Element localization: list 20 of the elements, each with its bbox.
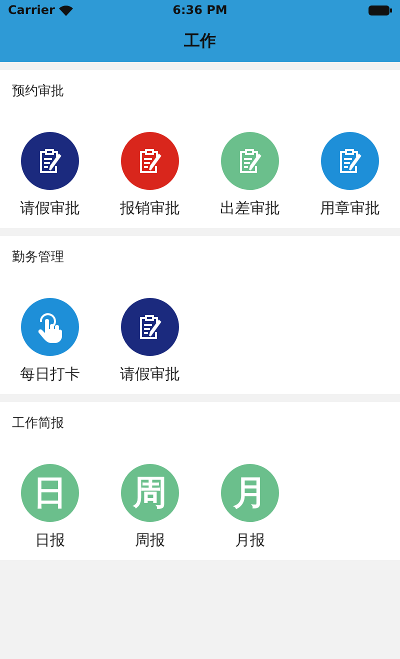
wifi-icon (58, 4, 73, 16)
app-label[interactable]: 用章审批 (320, 199, 380, 218)
app-label[interactable]: 日报 (35, 531, 65, 550)
day-glyph: 周 (133, 476, 167, 510)
app-label[interactable]: 请假审批 (120, 365, 180, 384)
section-title: 工作简报 (11, 415, 65, 432)
nav-title: 工作 (183, 30, 217, 52)
app-label[interactable]: 出差审批 (220, 199, 280, 218)
day-glyph: 月 (233, 476, 267, 510)
section-title: 预约审批 (11, 83, 65, 100)
app-label[interactable]: 月报 (235, 531, 265, 550)
status-time: 6:36 PM (172, 3, 228, 17)
section-title: 勤务管理 (11, 249, 65, 266)
battery-icon (368, 4, 392, 16)
app-label[interactable]: 报销审批 (120, 199, 180, 218)
app-label[interactable]: 请假审批 (20, 199, 80, 218)
carrier-name: Carrier (8, 3, 55, 17)
day-glyph: 日 (33, 476, 67, 510)
app-label[interactable]: 周报 (135, 531, 165, 550)
app-label[interactable]: 每日打卡 (20, 365, 80, 384)
